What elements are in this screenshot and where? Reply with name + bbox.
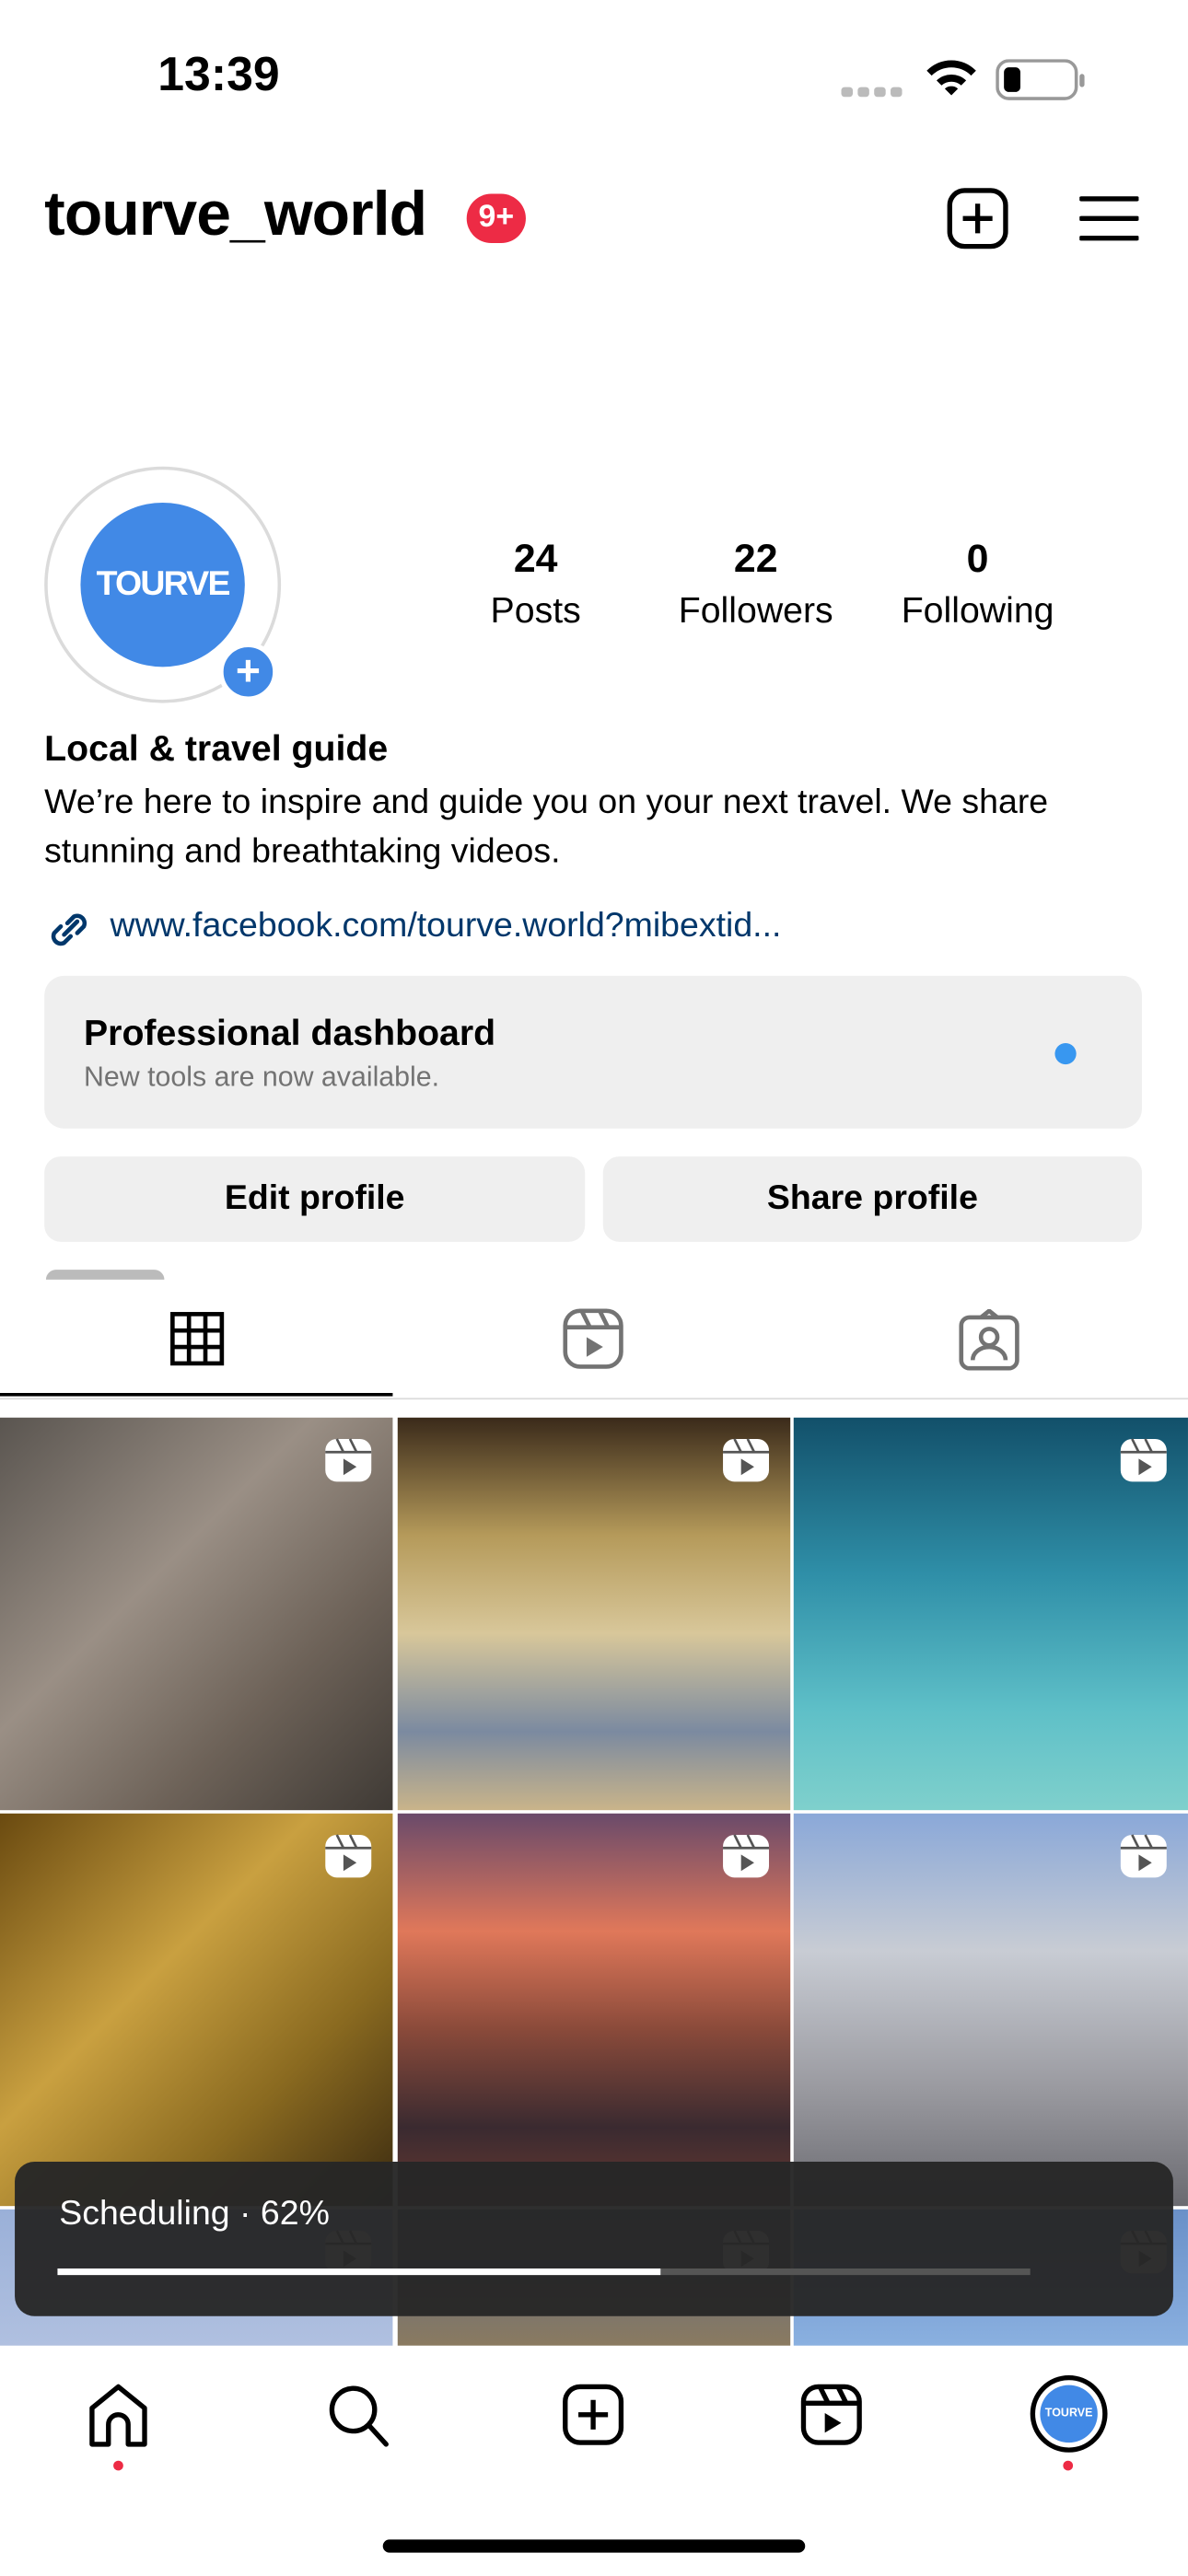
upload-progress-fill [57,2268,661,2276]
bottom-nav: TOURVE [0,2345,1188,2576]
reel-icon [325,1834,372,1878]
wifi-icon [926,60,976,96]
followers-label: Followers [678,589,833,632]
following-label: Following [901,589,1054,632]
cellular-signal-icon [841,87,903,98]
add-story-icon[interactable]: + [218,642,278,702]
battery-icon [996,59,1085,100]
tab-tagged[interactable] [958,1309,1020,1372]
avatar-logo: TOURVE [80,502,245,667]
nav-reels-icon[interactable] [800,2382,863,2447]
story-highlight[interactable] [45,1270,165,1280]
posts-label: Posts [490,589,581,632]
post-thumbnail[interactable] [397,1417,791,1811]
nav-search-icon[interactable] [325,2382,390,2447]
tab-grid[interactable] [169,1311,226,1367]
tab-reels[interactable] [562,1307,624,1370]
new-post-icon[interactable] [947,187,1009,249]
nav-avatar-logo: TOURVE [1040,2385,1098,2443]
nav-home-icon[interactable] [87,2382,150,2447]
profile-screen: 13:39 tourve_world 9+ TOURVE + 24 Posts 2… [0,0,1188,2576]
dashboard-title: Professional dashboard [83,1012,496,1053]
profile-category: Local & travel guide [44,727,389,770]
stat-posts[interactable]: 24 Posts [429,537,643,632]
home-notification-dot [113,2460,123,2471]
post-thumbnail[interactable] [0,1813,393,2207]
reel-icon [1120,1438,1167,1482]
stat-followers[interactable]: 22 Followers [649,537,863,632]
reel-icon [723,1834,770,1878]
post-thumbnail[interactable] [793,1417,1188,1811]
status-time: 13:39 [157,49,280,102]
link-icon [51,913,87,946]
dashboard-subtitle: New tools are now available. [83,1061,440,1093]
new-indicator-dot [1054,1042,1077,1065]
nav-create-icon[interactable] [562,2382,624,2447]
edit-profile-button[interactable]: Edit profile [44,1156,586,1242]
home-indicator [382,2539,806,2553]
active-tab-indicator [0,1393,393,1397]
upload-status-toast: Scheduling · 62% [15,2162,1173,2316]
upload-progress-bar [57,2268,1031,2276]
profile-username[interactable]: tourve_world [44,180,427,251]
post-thumbnail[interactable] [397,1813,791,2207]
profile-notification-dot [1063,2460,1074,2471]
followers-count: 22 [733,537,778,582]
profile-bio: We’re here to inspire and guide you on y… [44,783,1049,871]
upload-status-text: Scheduling · 62% [59,2194,330,2233]
reel-icon [723,1438,770,1482]
stat-following[interactable]: 0 Following [871,537,1085,632]
reel-icon [1120,1834,1167,1878]
posts-count: 24 [513,537,558,582]
following-count: 0 [966,537,989,582]
reel-icon [325,1438,372,1482]
profile-link[interactable]: www.facebook.com/tourve.world?mibextid..… [111,907,782,946]
post-thumbnail[interactable] [793,1813,1188,2207]
professional-dashboard[interactable]: Professional dashboard New tools are now… [44,975,1143,1129]
post-thumbnail[interactable] [0,1417,393,1811]
nav-profile-avatar[interactable]: TOURVE [1030,2374,1108,2453]
menu-icon[interactable] [1079,194,1139,244]
notification-badge: 9+ [466,193,526,244]
share-profile-button[interactable]: Share profile [602,1156,1143,1242]
